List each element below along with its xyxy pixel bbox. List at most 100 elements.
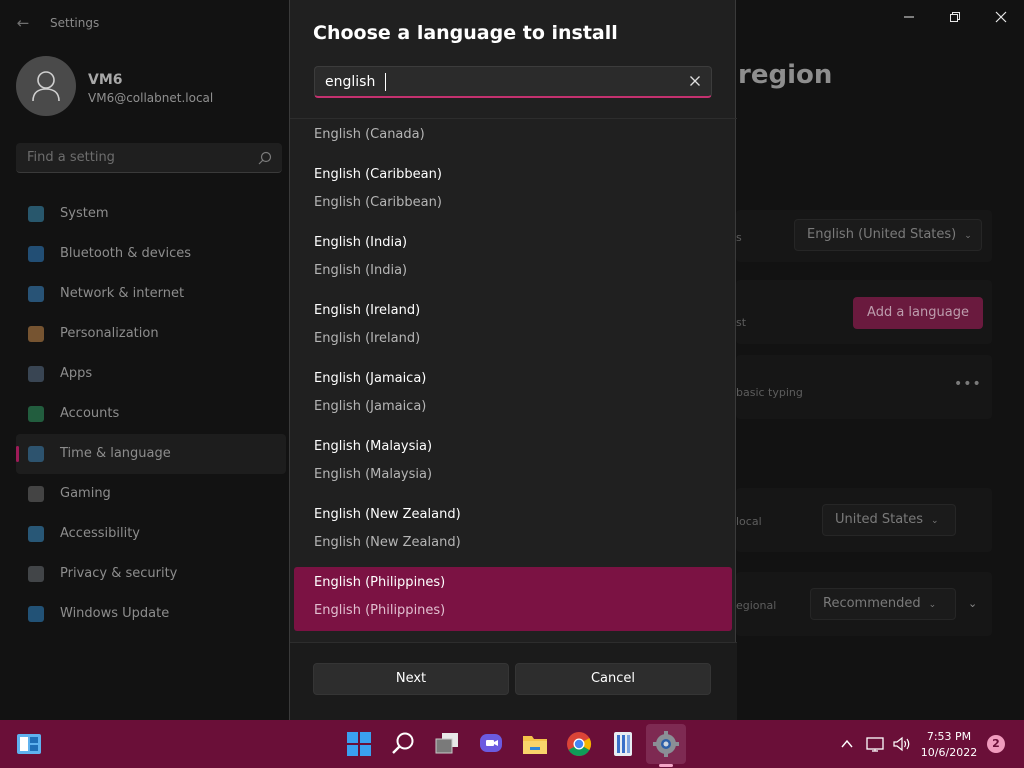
language-list-item[interactable]: English (Ireland) English (Ireland)	[294, 295, 732, 359]
next-button[interactable]: Next	[313, 663, 509, 695]
volume-icon[interactable]	[892, 735, 912, 753]
update-icon	[28, 606, 44, 622]
sidebar-item-accessibility[interactable]: Accessibility	[16, 514, 286, 554]
monitor-icon	[28, 206, 44, 222]
apps-icon	[28, 366, 44, 382]
sidebar-item-time-language[interactable]: Time & language	[16, 434, 286, 474]
profile-email: VM6@collabnet.local	[88, 91, 214, 105]
language-search-value: english	[325, 74, 376, 90]
language-native-name: English (Canada)	[314, 127, 425, 142]
language-list-item[interactable]: English (Jamaica) English (Jamaica)	[294, 363, 732, 427]
display-language-value: English (United States)	[807, 227, 957, 242]
sidebar-item-label: Windows Update	[60, 606, 170, 621]
language-list-item[interactable]: English (New Zealand) English (New Zealan…	[294, 499, 732, 563]
sidebar-item-label: Time & language	[60, 446, 171, 461]
file-explorer-icon[interactable]	[522, 731, 548, 757]
language-native-name: English (Ireland)	[314, 331, 421, 346]
clock-date: 10/6/2022	[920, 746, 978, 759]
profile-name: VM6	[88, 72, 123, 88]
dialog-title: Choose a language to install	[313, 22, 618, 44]
sidebar-item-label: System	[60, 206, 109, 221]
chrome-icon[interactable]	[566, 731, 592, 757]
widgets-icon[interactable]	[16, 732, 42, 758]
regional-format-value: Recommended	[823, 596, 921, 611]
sidebar-item-label: Bluetooth & devices	[60, 246, 191, 261]
gamepad-icon	[28, 486, 44, 502]
close-window-button[interactable]	[978, 6, 1024, 28]
cancel-button[interactable]: Cancel	[515, 663, 711, 695]
search-icon	[258, 151, 272, 165]
minimize-button[interactable]	[886, 6, 932, 28]
wifi-icon	[28, 286, 44, 302]
settings-gear-icon[interactable]	[653, 731, 679, 757]
sidebar-item-label: Network & internet	[60, 286, 185, 301]
find-setting-input[interactable]: Find a setting	[16, 143, 282, 173]
text-caret	[385, 73, 386, 91]
sidebar-item-privacy-security[interactable]: Privacy & security	[16, 554, 286, 594]
language-name: English (Philippines)	[314, 575, 446, 590]
search-icon[interactable]	[390, 731, 416, 757]
sidebar-item-label: Personalization	[60, 326, 159, 341]
app-title: Settings	[50, 16, 100, 30]
language-list-item[interactable]: English (Malaysia) English (Malaysia)	[294, 431, 732, 495]
regional-format-dropdown[interactable]: Recommended ⌄	[810, 588, 956, 620]
language-native-name: English (Caribbean)	[314, 195, 442, 210]
regional-format-fragment: egional	[736, 599, 777, 612]
expand-chevron-icon[interactable]: ⌄	[968, 597, 977, 610]
close-icon	[995, 11, 1007, 23]
language-native-name: English (India)	[314, 263, 408, 278]
country-value: United States	[835, 512, 924, 527]
start-icon[interactable]	[346, 731, 372, 757]
language-name: English (India)	[314, 235, 408, 250]
language-list-item[interactable]: English (India) English (India)	[294, 227, 732, 291]
sidebar-item-network-internet[interactable]: Network & internet	[16, 274, 286, 314]
user-profile[interactable]: VM6 VM6@collabnet.local	[16, 56, 286, 118]
back-arrow-icon[interactable]: ←	[14, 14, 32, 32]
windows-display-language-dropdown[interactable]: English (United States) ⌄	[794, 219, 982, 251]
chevron-down-icon: ⌄	[931, 516, 939, 526]
language-list-item[interactable]: English (Canada)English (Canada)	[294, 119, 732, 155]
language-native-name: English (New Zealand)	[314, 535, 461, 550]
shield-icon	[28, 566, 44, 582]
language-list-item[interactable]: English (Caribbean) English (Caribbean)	[294, 159, 732, 223]
network-icon[interactable]	[866, 735, 886, 753]
sidebar-item-system[interactable]: System	[16, 194, 286, 234]
language-list[interactable]: English (Canada)English (Canada)English …	[290, 118, 737, 642]
sidebar-item-label: Privacy & security	[60, 566, 178, 581]
notebook-app-icon[interactable]	[610, 731, 636, 757]
dialog-footer: Next Cancel	[290, 642, 737, 720]
chat-icon[interactable]	[478, 731, 504, 757]
minimize-icon	[904, 16, 914, 18]
language-search-input[interactable]: english	[314, 66, 712, 98]
active-app-indicator	[659, 764, 673, 767]
sidebar-item-apps[interactable]: Apps	[16, 354, 286, 394]
clear-icon[interactable]	[689, 75, 701, 87]
add-language-button[interactable]: Add a language	[853, 297, 983, 329]
language-name: English (Ireland)	[314, 303, 421, 318]
sidebar-item-gaming[interactable]: Gaming	[16, 474, 286, 514]
country-region-fragment: local	[736, 515, 762, 528]
person-icon	[28, 406, 44, 422]
sidebar-item-windows-update[interactable]: Windows Update	[16, 594, 286, 634]
sidebar-item-accounts[interactable]: Accounts	[16, 394, 286, 434]
sidebar-item-label: Apps	[60, 366, 93, 381]
more-options-icon[interactable]: •••	[954, 376, 982, 392]
maximize-button[interactable]	[932, 6, 978, 28]
show-hidden-icons-chevron-icon[interactable]	[840, 735, 854, 753]
language-list-item[interactable]: English (Philippines) English (Philippine…	[294, 567, 732, 631]
bluetooth-icon	[28, 246, 44, 262]
language-name: English (Caribbean)	[314, 167, 442, 182]
task-view-icon[interactable]	[434, 731, 460, 757]
taskbar-clock[interactable]: 7:53 PM 10/6/2022	[918, 729, 980, 761]
language-features-fragment: basic typing	[736, 386, 803, 399]
sidebar-item-label: Gaming	[60, 486, 111, 501]
language-native-name: English (Jamaica)	[314, 399, 427, 414]
globe-clock-icon	[28, 446, 44, 462]
sidebar-item-bluetooth-devices[interactable]: Bluetooth & devices	[16, 234, 286, 274]
brush-icon	[28, 326, 44, 342]
taskbar: 7:53 PM 10/6/2022	[0, 720, 1024, 768]
person-icon	[32, 71, 60, 102]
notification-badge[interactable]: 2	[987, 735, 1005, 753]
sidebar-item-personalization[interactable]: Personalization	[16, 314, 286, 354]
country-region-dropdown[interactable]: United States ⌄	[822, 504, 956, 536]
